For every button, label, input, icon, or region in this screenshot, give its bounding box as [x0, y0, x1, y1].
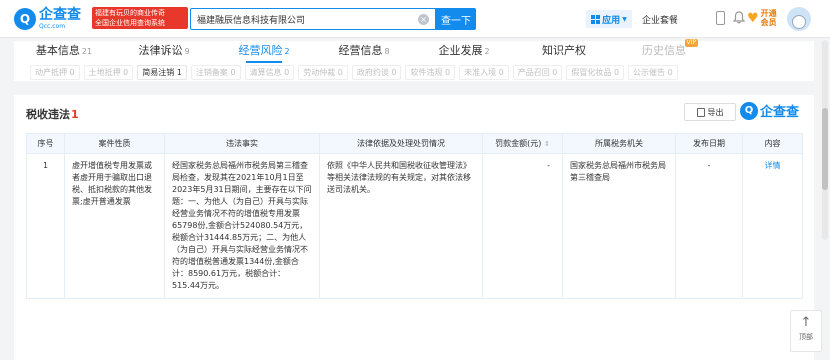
- col-illegal-facts: 违法事实: [164, 133, 320, 154]
- search-button[interactable]: 查一下: [436, 8, 476, 30]
- table-header-row: 序号 案件性质 违法事实 法律依据及处理处罚情况 罚款金额(元) ⇕ 所属税务机…: [26, 133, 803, 154]
- table-row: 1 虚开增值税专用发票或者虚开用于骗取出口退税、抵扣税款的其他发票;虚开普通发票…: [26, 153, 803, 299]
- col-case-nature: 案件性质: [64, 133, 165, 154]
- main-tabs: 基本信息 21 法律诉讼 9 经营风险 2 经营信息 8 企业发展 2 知识产权 历史信息…: [14, 39, 814, 63]
- tax-violation-card: 税收违法1 导出 Q 企查查 序号 案件性质 违法事实 法律依据及处理处罚情况 …: [14, 95, 814, 360]
- subtab-labor-arbitration[interactable]: 劳动仲裁 0: [298, 64, 348, 80]
- subtab-simple-deregistration[interactable]: 简易注销 1: [137, 64, 187, 80]
- tab-history-info[interactable]: 历史信息 VIP: [614, 39, 714, 63]
- enterprise-package-link[interactable]: 企业套餐: [642, 13, 678, 26]
- col-legal-basis: 法律依据及处理处罚情况: [319, 133, 483, 154]
- app-menu-button[interactable]: 应用 ▼: [586, 10, 632, 28]
- promo-banner[interactable]: 福建有玩贝的商业传奇 全国企业信用查询系统: [92, 7, 188, 29]
- row-case-nature: 虚开增值税专用发票或者虚开用于骗取出口退税、抵扣税款的其他发票;虚开普通发票: [64, 153, 165, 299]
- tab-intellectual-property[interactable]: 知识产权: [514, 41, 614, 63]
- promo-line-1: 福建有玩贝的商业传奇: [95, 9, 165, 17]
- bell-icon[interactable]: [733, 11, 745, 24]
- logo-text: 企查查 Qcc.com: [39, 7, 81, 31]
- row-fine-amount: -: [482, 153, 563, 299]
- brand-name: 企查查: [760, 105, 800, 120]
- tab-enterprise-development[interactable]: 企业发展 2: [414, 41, 514, 63]
- subtab-land-mortgage[interactable]: 土地抵押 0: [83, 64, 134, 80]
- col-content: 内容: [742, 133, 803, 154]
- row-publish-date: -: [675, 153, 743, 299]
- crown-icon: ♥: [747, 10, 759, 26]
- subtab-deregistration-filing[interactable]: 注销备案 0: [190, 64, 241, 80]
- arrow-up-icon: ↑: [800, 315, 812, 330]
- avatar-face-icon: [792, 15, 806, 29]
- tab-basic-info[interactable]: 基本信息 21: [14, 41, 114, 63]
- back-to-top-label: 顶部: [799, 333, 813, 341]
- clear-icon[interactable]: ×: [418, 14, 429, 25]
- vip-line-1: 开通: [760, 9, 777, 18]
- col-fine-amount[interactable]: 罚款金额(元) ⇕: [482, 133, 563, 154]
- search-input[interactable]: 福建融辰信息科技有限公司: [197, 13, 305, 26]
- mobile-phone-icon[interactable]: [716, 11, 725, 25]
- export-button[interactable]: 导出: [684, 103, 736, 121]
- row-detail-link[interactable]: 详情: [742, 153, 803, 299]
- vip-line-2: 会员: [760, 18, 777, 27]
- subtab-government-interview[interactable]: 政府约谈 0: [351, 64, 402, 80]
- logo-mark-icon: Q: [14, 8, 36, 30]
- logo-name: 企查查: [39, 7, 81, 23]
- row-index: 1: [26, 153, 65, 299]
- subtab-entry-denied[interactable]: 未准入境 0: [459, 64, 509, 80]
- row-legal-basis: 依照《中华人民共和国税收征收管理法》等相关法律法规的有关规定，对其依法移送司法机…: [319, 153, 483, 299]
- export-icon: [696, 107, 705, 117]
- row-illegal-facts: 经国家税务总局福州市税务局第三稽查局检查，发现其在2021年10月1日至2023…: [164, 153, 320, 299]
- brand-mark-icon: Q: [740, 101, 758, 120]
- search-box[interactable]: 福建融辰信息科技有限公司 ×: [190, 8, 436, 30]
- site-logo[interactable]: Q 企查查 Qcc.com: [14, 7, 81, 31]
- col-publish-date: 发布日期: [675, 133, 743, 154]
- col-index: 序号: [26, 133, 65, 154]
- risk-subtabs: 动产抵押 0 土地抵押 0 简易注销 1 注销备案 0 清算信息 0 劳动仲裁 …: [14, 63, 814, 81]
- promo-line-2: 全国企业信用查询系统: [95, 19, 165, 27]
- tax-violation-table: 序号 案件性质 违法事实 法律依据及处理处罚情况 罚款金额(元) ⇕ 所属税务机…: [26, 133, 803, 299]
- open-membership-button[interactable]: ♥ 开通 会员: [747, 9, 777, 27]
- app-menu-label: 应用: [602, 15, 621, 26]
- top-bar: Q 企查查 Qcc.com 福建有玩贝的商业传奇 全国企业信用查询系统 福建融辰…: [0, 0, 830, 38]
- back-to-top-button[interactable]: ↑ 顶部: [790, 310, 822, 352]
- tab-legal-litigation[interactable]: 法律诉讼 9: [114, 41, 214, 63]
- subtab-chattel-mortgage[interactable]: 动产抵押 0: [30, 64, 80, 80]
- brand-watermark: Q 企查查: [740, 101, 799, 120]
- subtab-software-violation[interactable]: 软件违规 0: [405, 64, 456, 80]
- sort-icon[interactable]: ⇕: [544, 140, 550, 148]
- logo-domain: Qcc.com: [39, 23, 66, 30]
- vip-badge: VIP: [684, 39, 698, 47]
- grid-icon: [591, 14, 601, 24]
- subtab-product-recall[interactable]: 产品召回 0: [512, 64, 563, 80]
- export-label: 导出: [707, 107, 724, 117]
- tab-business-risk[interactable]: 经营风险 2: [214, 41, 314, 63]
- subtab-public-notice[interactable]: 公示催告 0: [628, 64, 678, 80]
- scrollbar-thumb[interactable]: [822, 108, 828, 190]
- user-avatar[interactable]: [787, 7, 811, 31]
- section-title: 税收违法1: [26, 108, 79, 121]
- tab-business-info[interactable]: 经营信息 8: [314, 41, 414, 63]
- row-tax-authority: 国家税务总局福州市税务局第三稽查局: [562, 153, 676, 299]
- subtab-liquidation-info[interactable]: 清算信息 0: [244, 64, 295, 80]
- col-tax-authority: 所属税务机关: [562, 133, 676, 154]
- section-count: 1: [71, 108, 79, 121]
- subtab-counterfeit-cosmetics[interactable]: 假冒化妆品 0: [566, 64, 625, 80]
- caret-down-icon: ▼: [622, 15, 627, 23]
